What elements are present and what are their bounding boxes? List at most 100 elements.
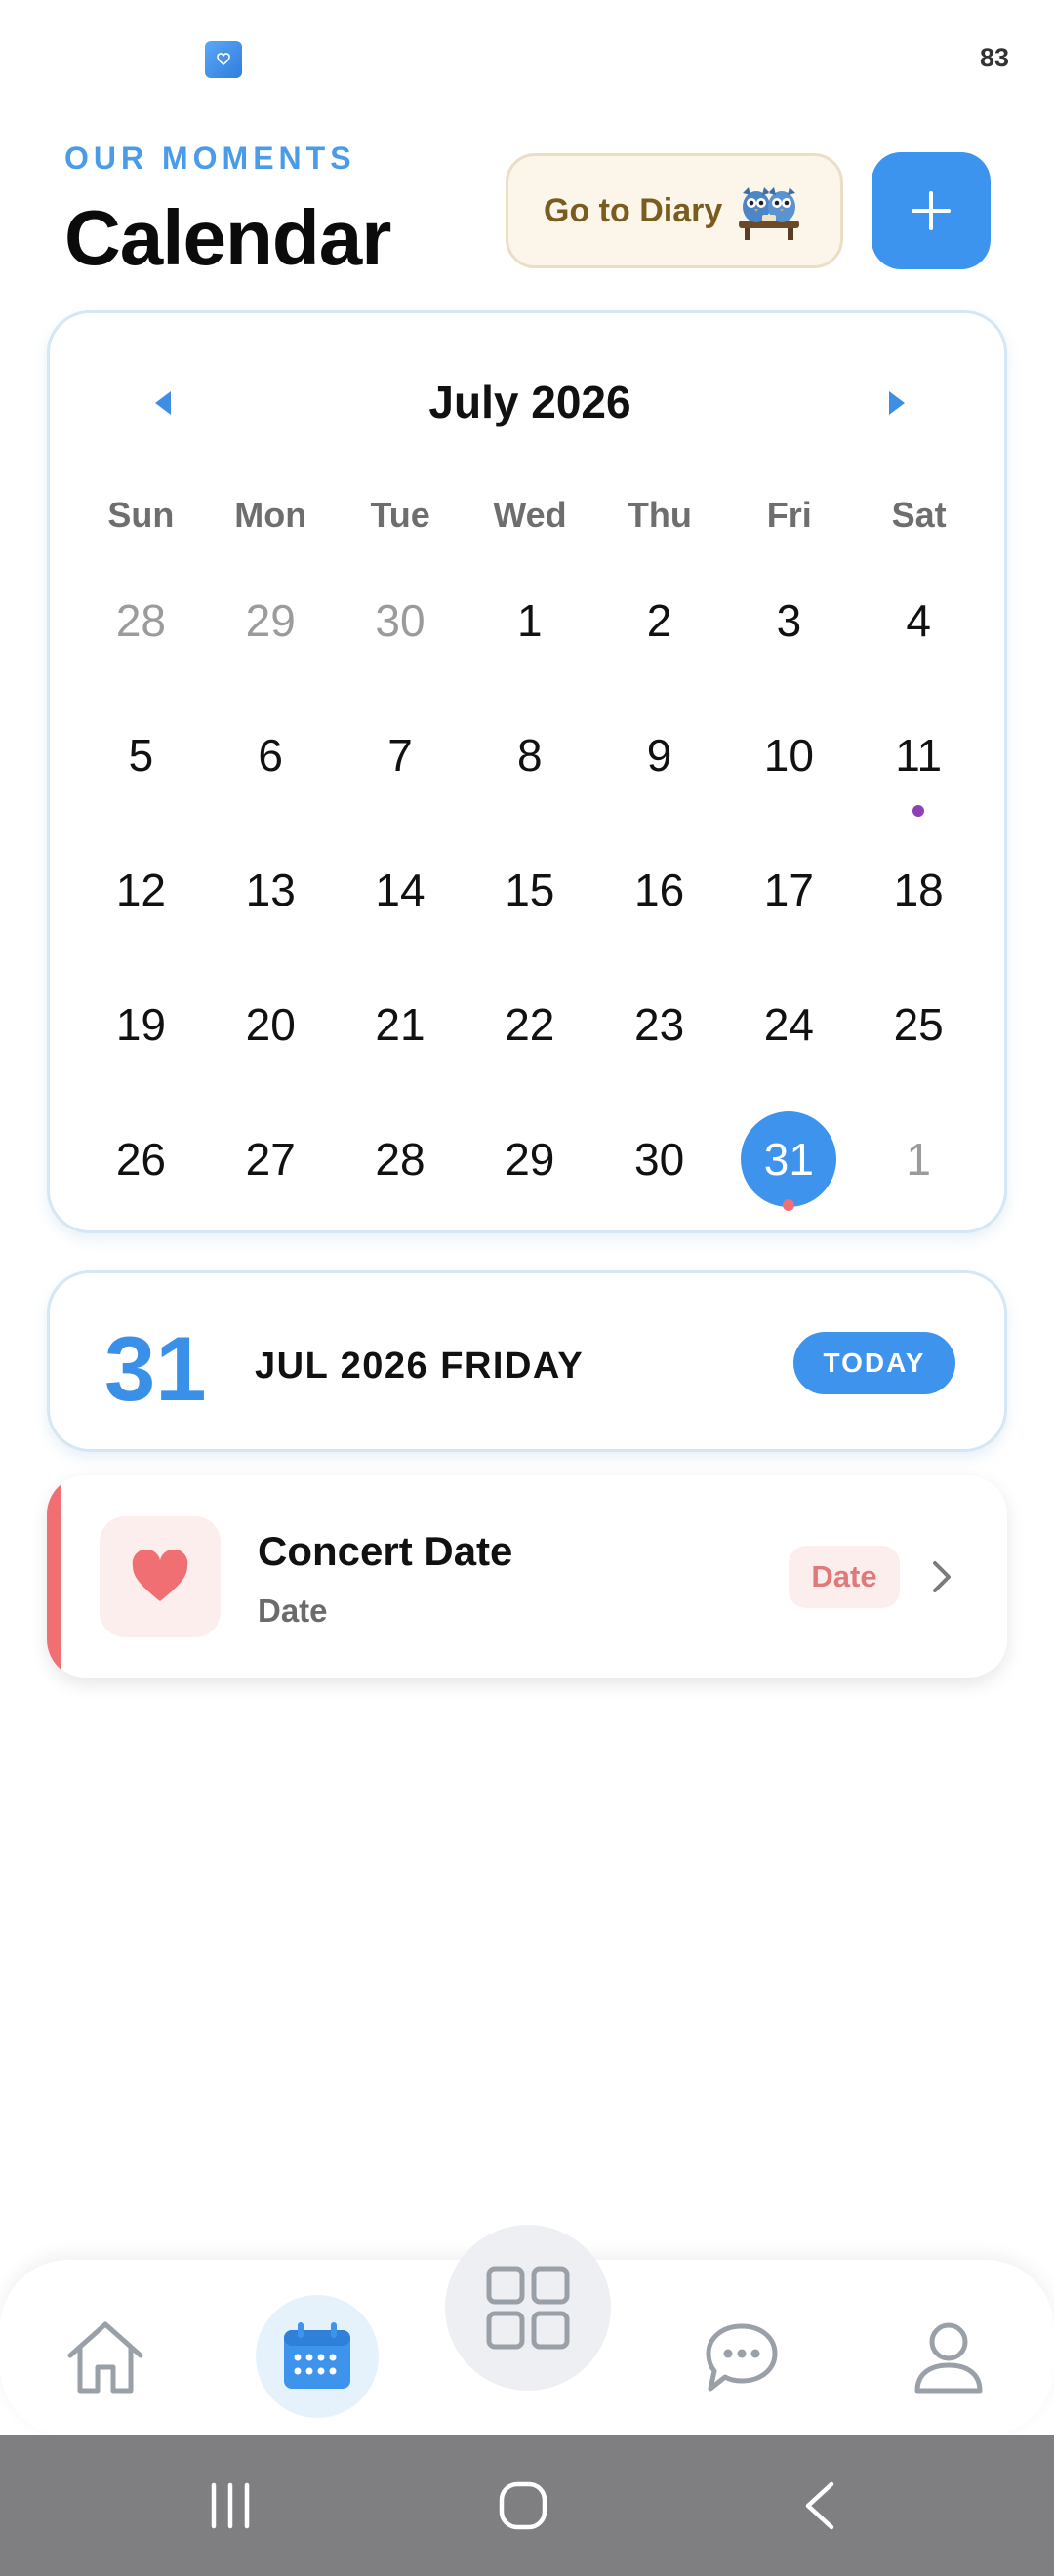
- calendar-day[interactable]: 29: [206, 565, 336, 700]
- home-circle-icon: [499, 2481, 547, 2530]
- calendar-day[interactable]: 9: [594, 700, 724, 834]
- weekday-label: Thu: [627, 495, 692, 535]
- nav-home[interactable]: [59, 2311, 152, 2404]
- calendar-day[interactable]: 16: [594, 834, 724, 969]
- recent-apps-button[interactable]: [201, 2478, 260, 2533]
- calendar-day[interactable]: 29: [465, 1104, 594, 1238]
- next-month-button[interactable]: [877, 382, 916, 424]
- selected-date-card: 31 JUL 2026 FRIDAY TODAY: [47, 1270, 1007, 1452]
- weekday-label: Mon: [234, 495, 307, 535]
- calendar-day[interactable]: 17: [724, 834, 854, 969]
- calendar-day[interactable]: 27: [206, 1104, 336, 1238]
- calendar-card: July 2026 Sun Mon Tue Wed Thu Fri Sat 28…: [47, 310, 1007, 1233]
- calendar-day-number: 11: [895, 730, 943, 781]
- calendar-day-number: 8: [516, 730, 543, 781]
- calendar-day-number: 7: [387, 730, 413, 781]
- calendar-day[interactable]: 28: [76, 565, 206, 700]
- calendar-day[interactable]: 28: [336, 1104, 466, 1238]
- event-accent-bar: [47, 1475, 61, 1678]
- nav-chat[interactable]: [693, 2311, 790, 2404]
- calendar-day[interactable]: 4: [854, 565, 984, 700]
- system-navigation-bar: [0, 2435, 1054, 2576]
- calendar-icon: [284, 2322, 350, 2389]
- calendar-day[interactable]: 30: [594, 1104, 724, 1238]
- calendar-day-number: 5: [128, 730, 154, 781]
- calendar-day-number: 12: [115, 865, 166, 915]
- calendar-day[interactable]: 25: [854, 969, 984, 1104]
- nav-profile[interactable]: [902, 2309, 995, 2406]
- calendar-day-number: 26: [115, 1134, 166, 1185]
- event-category-tag: Date: [789, 1546, 900, 1608]
- calendar-day-number: 22: [505, 999, 555, 1050]
- calendar-day-number: 6: [258, 730, 283, 781]
- calendar-day-number: 1: [906, 1134, 931, 1185]
- nav-dashboard[interactable]: [445, 2225, 611, 2391]
- calendar-day-number: 9: [646, 730, 672, 781]
- add-event-button[interactable]: [872, 152, 991, 269]
- calendar-day-number: 13: [245, 865, 296, 915]
- selected-day-number: 31: [104, 1317, 207, 1420]
- calendar-day-number: 2: [646, 595, 672, 646]
- home-icon: [67, 2321, 143, 2394]
- calendar-week-row: 19 20 21 22 23 24 25: [76, 969, 984, 1104]
- calendar-day-number: 21: [375, 999, 426, 1050]
- calendar-day[interactable]: 1: [465, 565, 594, 700]
- calendar-day[interactable]: 26: [76, 1104, 206, 1238]
- calendar-day-number: 19: [115, 999, 166, 1050]
- calendar-day-number: 20: [245, 999, 296, 1050]
- page-title: Calendar: [64, 194, 391, 281]
- event-card[interactable]: Concert Date Date Date: [47, 1475, 1007, 1678]
- go-to-diary-label: Go to Diary: [544, 191, 723, 229]
- weekday-label: Sun: [107, 495, 175, 535]
- calendar-day[interactable]: 11: [854, 700, 984, 834]
- back-icon: [805, 2481, 834, 2530]
- calendar-day[interactable]: 14: [336, 834, 466, 969]
- calendar-day[interactable]: 15: [465, 834, 594, 969]
- calendar-day[interactable]: 19: [76, 969, 206, 1104]
- event-indicator-dot: [783, 1199, 795, 1211]
- page-eyebrow: OUR MOMENTS: [64, 141, 356, 176]
- calendar-day[interactable]: 24: [724, 969, 854, 1104]
- calendar-day[interactable]: 18: [854, 834, 984, 969]
- recents-icon: [211, 2482, 250, 2529]
- plus-icon: [912, 191, 951, 230]
- calendar-day[interactable]: 6: [206, 700, 336, 834]
- calendar-day[interactable]: 10: [724, 700, 854, 834]
- calendar-day-number: 29: [245, 595, 296, 646]
- weekday-label: Fri: [766, 495, 812, 535]
- caret-right-icon: [889, 391, 905, 415]
- event-icon-box: [100, 1516, 221, 1637]
- calendar-day-selected[interactable]: 31: [724, 1104, 854, 1238]
- go-to-diary-button[interactable]: Go to Diary: [506, 153, 843, 268]
- chevron-right-icon: [933, 1561, 951, 1592]
- calendar-day-number: 17: [763, 865, 814, 915]
- system-back-button[interactable]: [796, 2478, 843, 2533]
- calendar-day[interactable]: 2: [594, 565, 724, 700]
- calendar-day[interactable]: 3: [724, 565, 854, 700]
- grid-icon: [486, 2266, 570, 2350]
- calendar-day[interactable]: 30: [336, 565, 466, 700]
- heart-icon: [132, 1550, 188, 1601]
- system-home-button[interactable]: [494, 2478, 552, 2533]
- calendar-day[interactable]: 12: [76, 834, 206, 969]
- calendar-day-number: 28: [115, 595, 166, 646]
- calendar-week-row: 28 29 30 1 2 3 4: [76, 565, 984, 700]
- calendar-week-row: 5 6 7 8 9 10 11: [76, 700, 984, 834]
- calendar-day[interactable]: 5: [76, 700, 206, 834]
- calendar-day[interactable]: 20: [206, 969, 336, 1104]
- calendar-day[interactable]: 8: [465, 700, 594, 834]
- nav-calendar[interactable]: [256, 2295, 379, 2418]
- today-button[interactable]: TODAY: [793, 1332, 955, 1394]
- calendar-day[interactable]: 13: [206, 834, 336, 969]
- calendar-day-number: 29: [505, 1134, 555, 1185]
- calendar-day-number: 30: [634, 1134, 685, 1185]
- calendar-day[interactable]: 1: [854, 1104, 984, 1238]
- calendar-day[interactable]: 21: [336, 969, 466, 1104]
- calendar-day-number: 24: [763, 999, 814, 1050]
- calendar-day-number: 31: [763, 1134, 814, 1185]
- calendar-day[interactable]: 23: [594, 969, 724, 1104]
- calendar-day[interactable]: 7: [336, 700, 466, 834]
- calendar-day[interactable]: 22: [465, 969, 594, 1104]
- owl-mascot-icon: [739, 187, 799, 240]
- calendar-day-number: 18: [893, 865, 944, 915]
